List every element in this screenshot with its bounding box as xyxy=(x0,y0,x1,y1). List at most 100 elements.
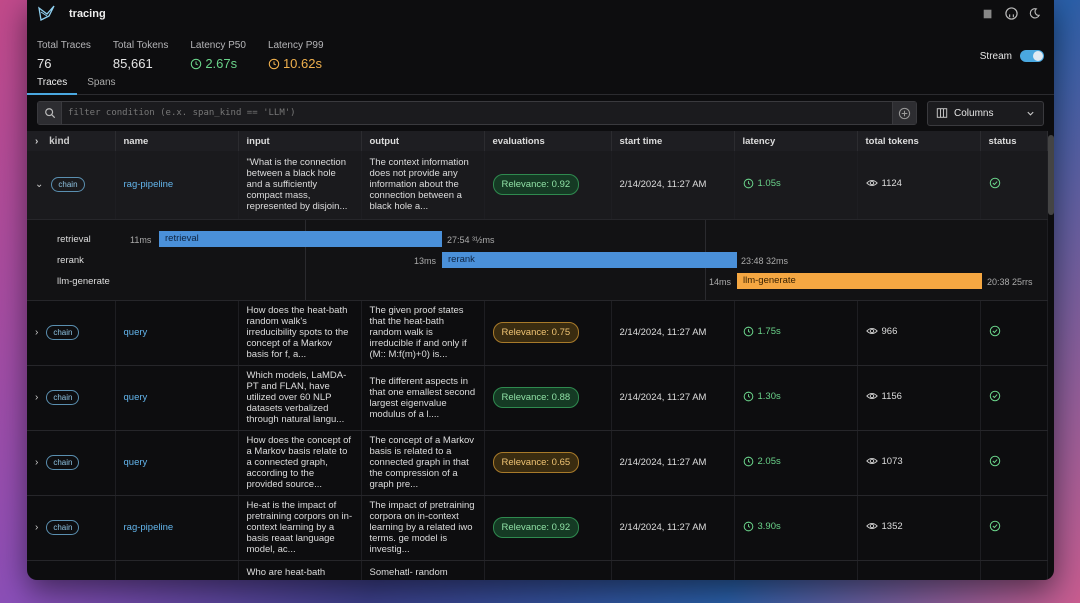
col-status[interactable]: status xyxy=(980,131,1048,151)
table-header: › kind name input output evaluations sta… xyxy=(27,131,1048,151)
filter-input[interactable]: filter condition (e.x. span_kind == 'LLM… xyxy=(62,108,892,118)
table-row[interactable]: ⌄ chain rag-pipeline "What is the connect… xyxy=(27,151,1048,220)
app-title: tracing xyxy=(69,8,106,20)
docs-icon[interactable] xyxy=(982,7,996,21)
kind-badge: chain xyxy=(51,177,85,193)
check-circle-icon xyxy=(989,325,1000,337)
table-row[interactable]: › chain query How does the concept of a M… xyxy=(27,430,1048,496)
col-total-tokens[interactable]: total tokens xyxy=(857,131,981,151)
kind-badge: chain xyxy=(46,520,80,535)
columns-icon xyxy=(936,108,948,118)
traces-table: › kind name input output evaluations sta… xyxy=(27,131,1048,580)
stat-latency-p99: Latency P99 10.62s xyxy=(267,40,324,71)
eye-icon xyxy=(865,392,878,400)
trace-name-link[interactable]: query xyxy=(124,327,148,338)
stream-control: Stream xyxy=(980,50,1044,62)
table-row[interactable]: › chain query Which models, LaMDA-PT and … xyxy=(27,365,1048,431)
chevron-right-icon[interactable]: › xyxy=(35,392,38,403)
relevance-badge: Relevance: 0.75 xyxy=(492,322,580,343)
chevron-down-icon xyxy=(1027,111,1034,116)
clock-icon xyxy=(191,58,202,69)
start-time: 2/14/2024, 11:27 AM xyxy=(611,300,735,366)
start-time: 2/14/2024, 11:27 AM xyxy=(611,365,735,431)
clock-icon xyxy=(743,521,753,531)
search-icon xyxy=(38,102,62,124)
col-name[interactable]: name xyxy=(115,131,239,151)
span-label-llm-generate: llm-generate xyxy=(57,275,110,287)
start-time: 2/14/2024, 11:27 AM xyxy=(611,151,735,220)
output-cell: The context information does not provide… xyxy=(361,151,485,220)
check-circle-icon xyxy=(989,178,1000,189)
trace-name-link[interactable]: query xyxy=(124,392,148,403)
clock-icon xyxy=(743,456,753,466)
col-kind[interactable]: › kind xyxy=(27,131,116,151)
stat-total-traces: Total Traces 76 xyxy=(37,40,91,71)
input-cell: "What is the connection between a black … xyxy=(238,151,362,220)
tab-spans[interactable]: Spans xyxy=(77,76,125,95)
col-start-time[interactable]: start time xyxy=(611,131,735,151)
span-label-retrieval: retrieval xyxy=(57,233,91,245)
span-waterfall: retrieval 11ms retrieval 27:54 ³½ms rera… xyxy=(27,219,1048,301)
eye-icon xyxy=(865,457,878,465)
clock-icon xyxy=(743,326,753,336)
trace-name-link[interactable]: query xyxy=(124,457,148,468)
scrollbar[interactable] xyxy=(1048,135,1054,215)
title-bar: tracing xyxy=(27,0,1054,28)
chevron-down-icon[interactable]: ⌄ xyxy=(35,179,43,190)
kind-badge: chain xyxy=(46,455,80,470)
stat-latency-p50: Latency P50 2.67s xyxy=(190,40,246,71)
start-time: 2/14/2024, 11:27 AM xyxy=(611,495,735,561)
chevron-right-icon[interactable]: › xyxy=(35,327,38,338)
kind-badge: chain xyxy=(46,390,80,405)
span-bar-llm-generate[interactable]: llm-generate xyxy=(737,272,982,289)
col-latency[interactable]: latency xyxy=(734,131,858,151)
bird-logo-icon xyxy=(38,5,55,21)
input-cell: Who are heat-bath xyxy=(238,560,362,580)
eye-icon xyxy=(865,327,878,335)
tab-bar: Traces Spans xyxy=(27,76,1054,95)
span-bar-rerank[interactable]: rerank xyxy=(442,251,737,268)
github-icon[interactable] xyxy=(1005,7,1019,21)
output-cell: The different aspects in that one emalle… xyxy=(361,365,485,431)
tab-traces[interactable]: Traces xyxy=(27,76,78,95)
output-cell: The impact of pretraining corpora on in-… xyxy=(361,495,485,561)
filter-bar: filter condition (e.x. span_kind == 'LLM… xyxy=(27,95,1054,131)
chevron-right-icon[interactable]: › xyxy=(35,522,38,533)
span-bar-retrieval[interactable]: retrieval xyxy=(159,230,442,247)
col-evaluations[interactable]: evaluations xyxy=(484,131,612,151)
start-time: 2/14/2024, 11:27 AM xyxy=(611,430,735,496)
relevance-badge: Relevance: 0.92 xyxy=(492,174,580,196)
table-row[interactable]: › chain query How does the heat-bath rand… xyxy=(27,300,1048,366)
stream-toggle[interactable] xyxy=(1020,50,1044,62)
stats-bar: Total Traces 76 Total Tokens 85,661 Late… xyxy=(27,28,1054,76)
trace-name-link[interactable]: rag-pipeline xyxy=(124,179,174,190)
check-circle-icon xyxy=(989,390,1000,402)
output-cell: Somehatl- random xyxy=(361,560,485,580)
columns-button[interactable]: Columns xyxy=(927,100,1044,126)
output-cell: The concept of a Markov basis is related… xyxy=(361,430,485,496)
input-cell: How does the concept of a Markov basis r… xyxy=(238,430,362,496)
clock-icon xyxy=(743,178,753,189)
col-output[interactable]: output xyxy=(361,131,485,151)
relevance-badge: Relevance: 0.65 xyxy=(492,452,580,473)
col-input[interactable]: input xyxy=(238,131,362,151)
relevance-badge: Relevance: 0.88 xyxy=(492,387,580,408)
stat-total-tokens: Total Tokens 85,661 xyxy=(112,40,169,71)
clock-icon xyxy=(743,391,753,401)
input-cell: He-at is the impact of pretraining corpo… xyxy=(238,495,362,561)
table-row[interactable]: › chain rag-pipeline He-at is the impact … xyxy=(27,495,1048,561)
table-row[interactable]: Who are heat-bath Somehatl- random xyxy=(27,560,1048,580)
chevron-right-icon[interactable]: › xyxy=(35,457,38,468)
span-label-rerank: rerank xyxy=(57,254,84,266)
moon-icon[interactable] xyxy=(1028,7,1042,21)
clock-icon xyxy=(268,58,280,69)
check-circle-icon xyxy=(989,455,1000,467)
input-cell: How does the heat-bath random walk's irr… xyxy=(238,300,362,366)
check-circle-icon xyxy=(989,520,1000,532)
stream-label: Stream xyxy=(979,50,1012,62)
output-cell: The given proof states that the heat-bat… xyxy=(361,300,485,366)
filter-input-wrapper: filter condition (e.x. span_kind == 'LLM… xyxy=(37,101,917,125)
trace-name-link[interactable]: rag-pipeline xyxy=(124,522,174,533)
kind-badge: chain xyxy=(46,325,80,340)
add-filter-icon[interactable] xyxy=(892,102,916,124)
